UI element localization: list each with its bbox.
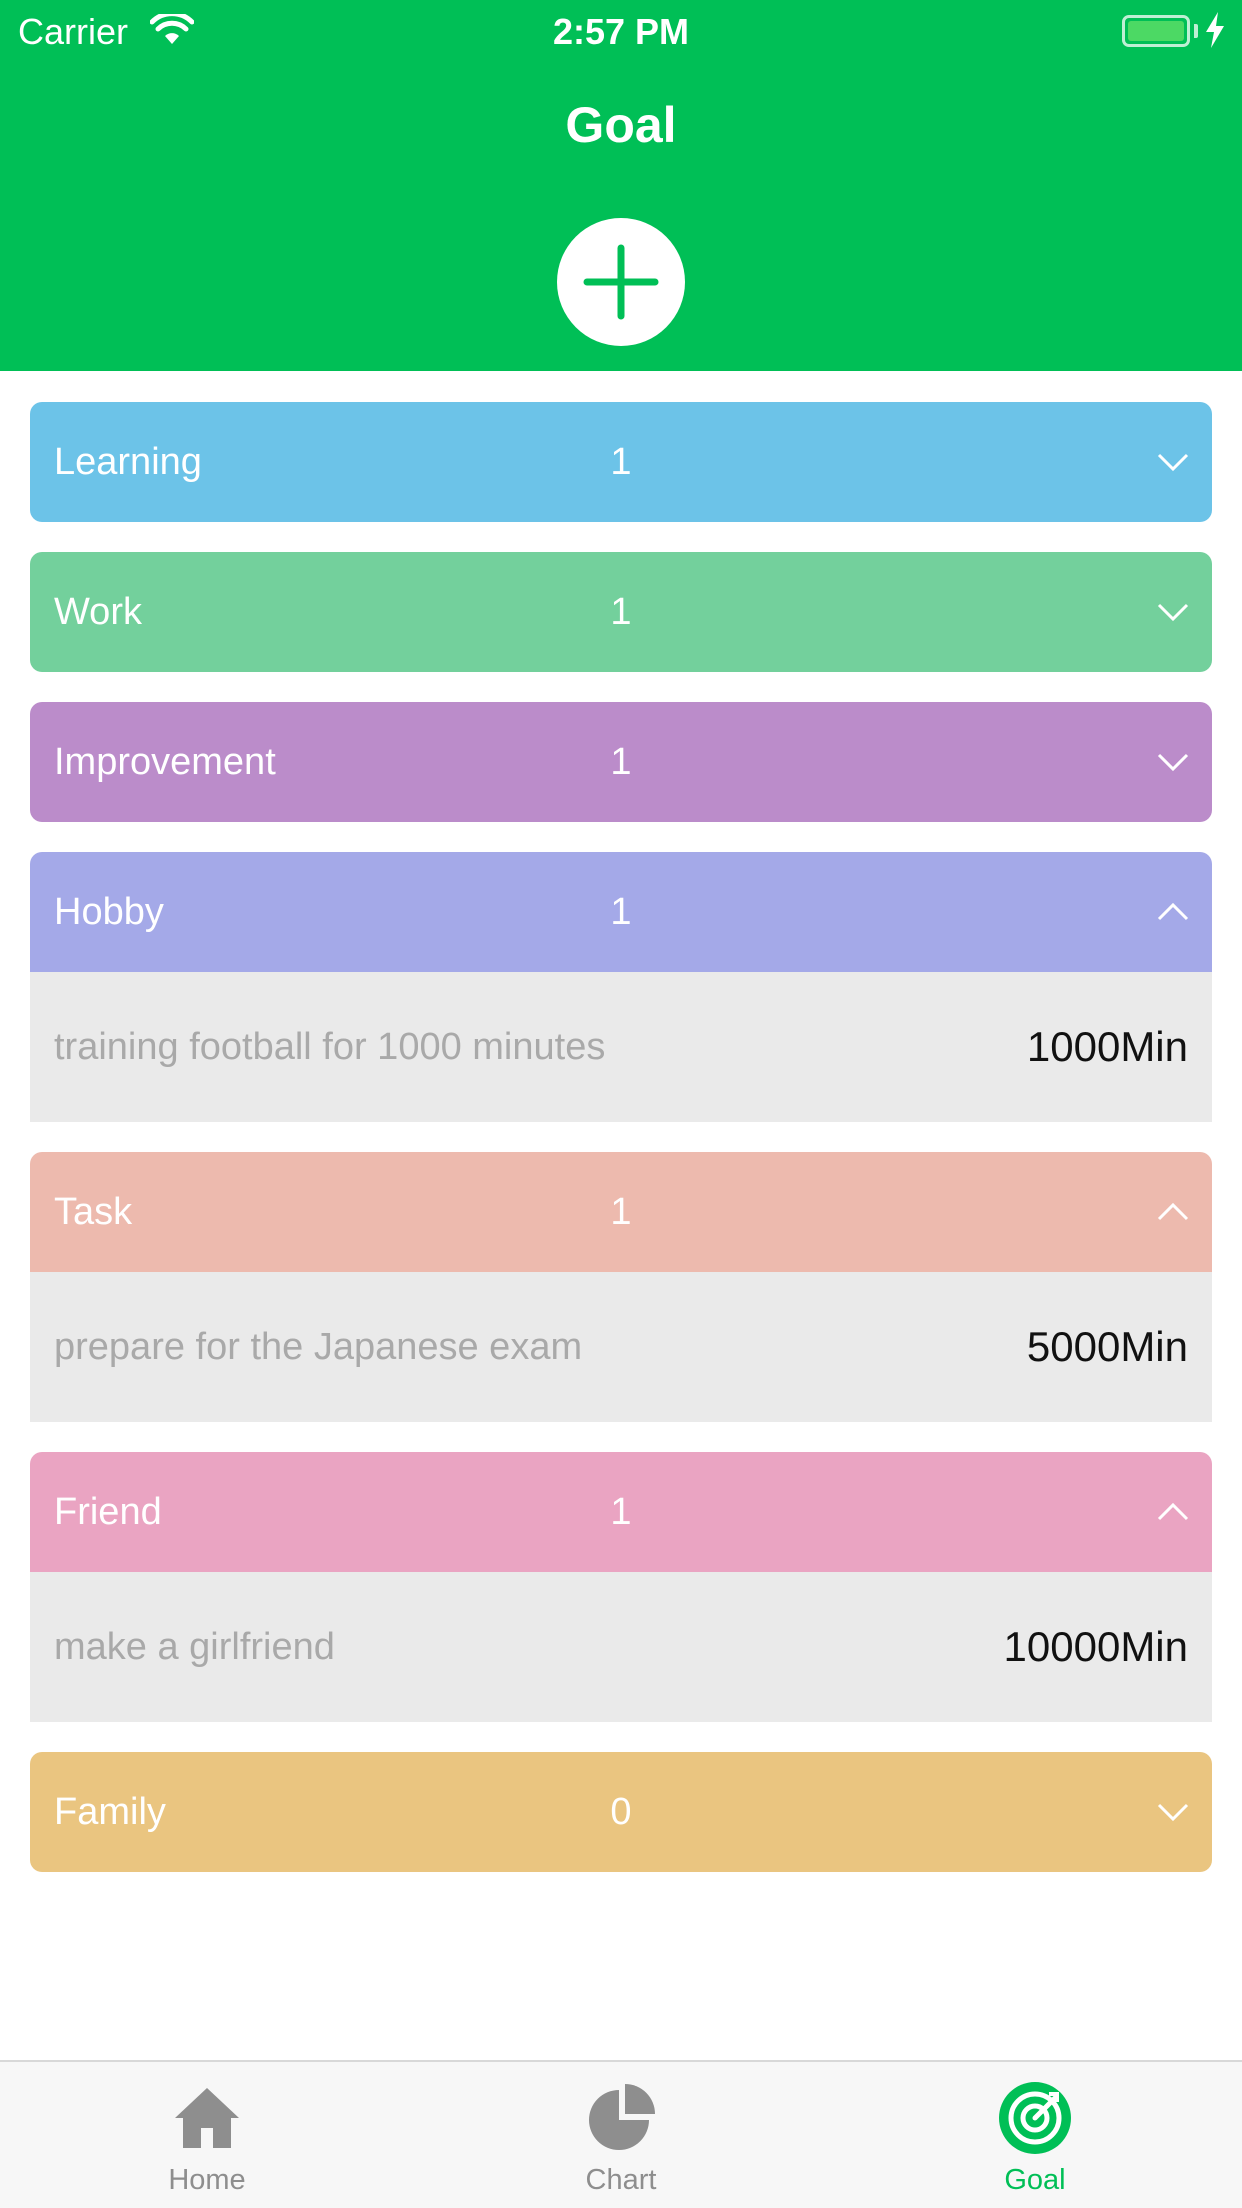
charging-bolt-icon (1206, 12, 1224, 48)
goal-description: make a girlfriend (54, 1626, 335, 1668)
pie-chart-icon (589, 2084, 655, 2150)
goal-row-hobby[interactable]: training football for 1000 minutes 1000M… (30, 972, 1212, 1122)
goal-row-task[interactable]: prepare for the Japanese exam 5000Min (30, 1272, 1212, 1422)
header: Carrier 2:57 PM Goal (0, 0, 1242, 371)
goal-description: training football for 1000 minutes (54, 1026, 606, 1068)
battery-nub (1194, 24, 1198, 38)
category-count: 0 (610, 1791, 632, 1833)
status-bar: Carrier 2:57 PM (0, 0, 1242, 60)
chevron-up-icon (1157, 1502, 1189, 1521)
tab-home[interactable]: Home (107, 2062, 307, 2208)
category-count: 1 (610, 891, 632, 933)
chevron-down-icon (1157, 1803, 1189, 1822)
clock-time: 2:57 PM (552, 11, 690, 52)
tab-bar: Home Chart Goal (0, 2060, 1242, 2208)
chevron-down-icon (1157, 753, 1189, 772)
category-hobby[interactable]: Hobby 1 (30, 852, 1212, 972)
goal-description: prepare for the Japanese exam (54, 1326, 583, 1368)
tab-label: Goal (1004, 2164, 1066, 2196)
home-icon (175, 2088, 239, 2148)
goal-minutes: 1000Min (1026, 1023, 1188, 1070)
goal-minutes: 5000Min (1026, 1323, 1188, 1370)
tab-label: Home (168, 2164, 246, 2196)
target-icon (999, 2082, 1071, 2154)
category-count: 1 (610, 1191, 632, 1233)
category-family[interactable]: Family 0 (30, 1752, 1212, 1872)
category-friend[interactable]: Friend 1 (30, 1452, 1212, 1572)
category-count: 1 (610, 591, 632, 633)
goal-minutes: 10000Min (1003, 1623, 1188, 1670)
category-count: 1 (610, 441, 632, 483)
page-title: Goal (565, 97, 677, 153)
category-learning[interactable]: Learning 1 (30, 402, 1212, 522)
category-improvement[interactable]: Improvement 1 (30, 702, 1212, 822)
chevron-up-icon (1157, 1202, 1189, 1221)
tab-label: Chart (585, 2164, 657, 2196)
goal-row-friend[interactable]: make a girlfriend 10000Min (30, 1572, 1212, 1722)
add-goal-button[interactable] (557, 218, 685, 346)
chevron-down-icon (1157, 603, 1189, 622)
tab-chart[interactable]: Chart (521, 2062, 721, 2208)
tab-goal[interactable]: Goal (935, 2062, 1135, 2208)
plus-icon (583, 244, 659, 320)
category-count: 1 (610, 1491, 632, 1533)
category-count: 1 (610, 741, 632, 783)
battery-icon (1122, 15, 1190, 47)
chevron-up-icon (1157, 902, 1189, 921)
chevron-down-icon (1157, 453, 1189, 472)
category-task[interactable]: Task 1 (30, 1152, 1212, 1272)
category-work[interactable]: Work 1 (30, 552, 1212, 672)
